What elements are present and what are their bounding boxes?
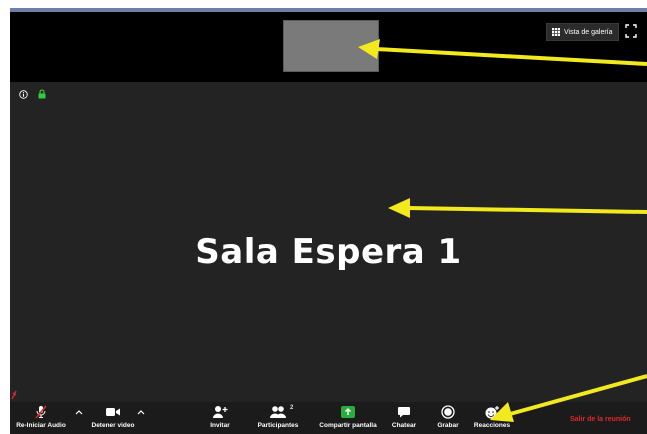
muted-indicator-icon [11, 390, 17, 400]
annotation-arrow-top-icon [358, 39, 647, 66]
share-screen-button[interactable]: Compartir pantalla [314, 402, 382, 434]
video-button[interactable]: Detener video [90, 402, 136, 434]
participants-icon [270, 406, 286, 418]
add-person-icon [213, 406, 228, 418]
invite-button[interactable]: Invitar [204, 402, 236, 434]
annotation-arrow-bottom-icon [490, 374, 647, 422]
share-screen-label: Compartir pantalla [319, 422, 377, 429]
microphone-muted-icon [35, 405, 47, 419]
record-icon [441, 405, 455, 419]
lock-icon[interactable] [38, 89, 46, 99]
invite-label: Invitar [210, 422, 230, 429]
chat-label: Chatear [391, 422, 417, 429]
audio-label: Re-Iniciar Audio [16, 422, 66, 429]
video-camera-icon [106, 408, 120, 416]
active-speaker-view: Sala Espera 1 [10, 82, 647, 402]
chat-button[interactable]: Chatear [390, 402, 418, 434]
participants-label: Participantes [257, 422, 299, 429]
video-options-chevron-icon[interactable] [136, 408, 146, 416]
audio-options-chevron-icon[interactable] [74, 408, 84, 416]
chat-bubble-icon [398, 407, 410, 418]
record-button[interactable]: Grabar [434, 402, 462, 434]
annotation-arrow-middle-icon [388, 198, 647, 218]
audio-button[interactable]: Re-Iniciar Audio [13, 402, 69, 434]
info-icon[interactable] [19, 90, 28, 99]
record-label: Grabar [437, 422, 459, 429]
video-label: Detener video [91, 422, 135, 429]
share-screen-icon [341, 406, 355, 418]
participant-name: Sala Espera 1 [195, 232, 462, 272]
participants-button[interactable]: Participantes [251, 402, 305, 434]
participants-count-badge: 2 [290, 405, 294, 411]
